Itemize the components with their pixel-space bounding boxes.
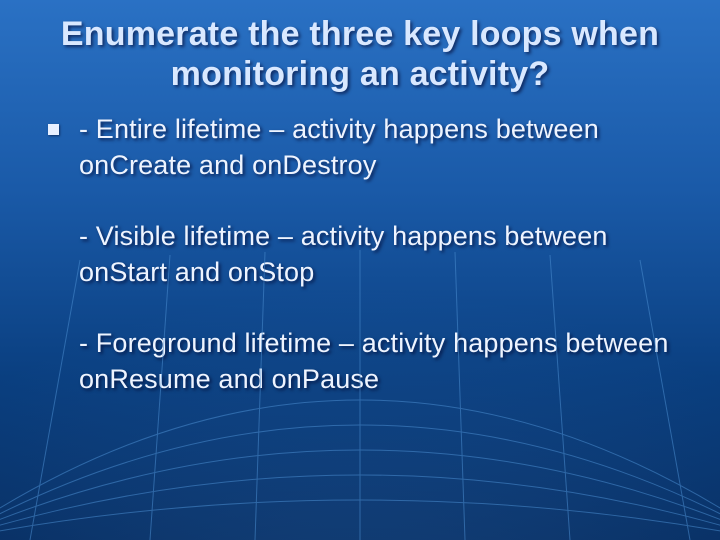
slide-title: Enumerate the three key loops when monit…: [44, 14, 676, 94]
slide-body: - Entire lifetime – activity happens bet…: [44, 112, 676, 397]
bullet-square-icon: [48, 124, 59, 135]
bullet-text: - Entire lifetime – activity happens bet…: [79, 112, 676, 397]
slide: Enumerate the three key loops when monit…: [0, 0, 720, 540]
